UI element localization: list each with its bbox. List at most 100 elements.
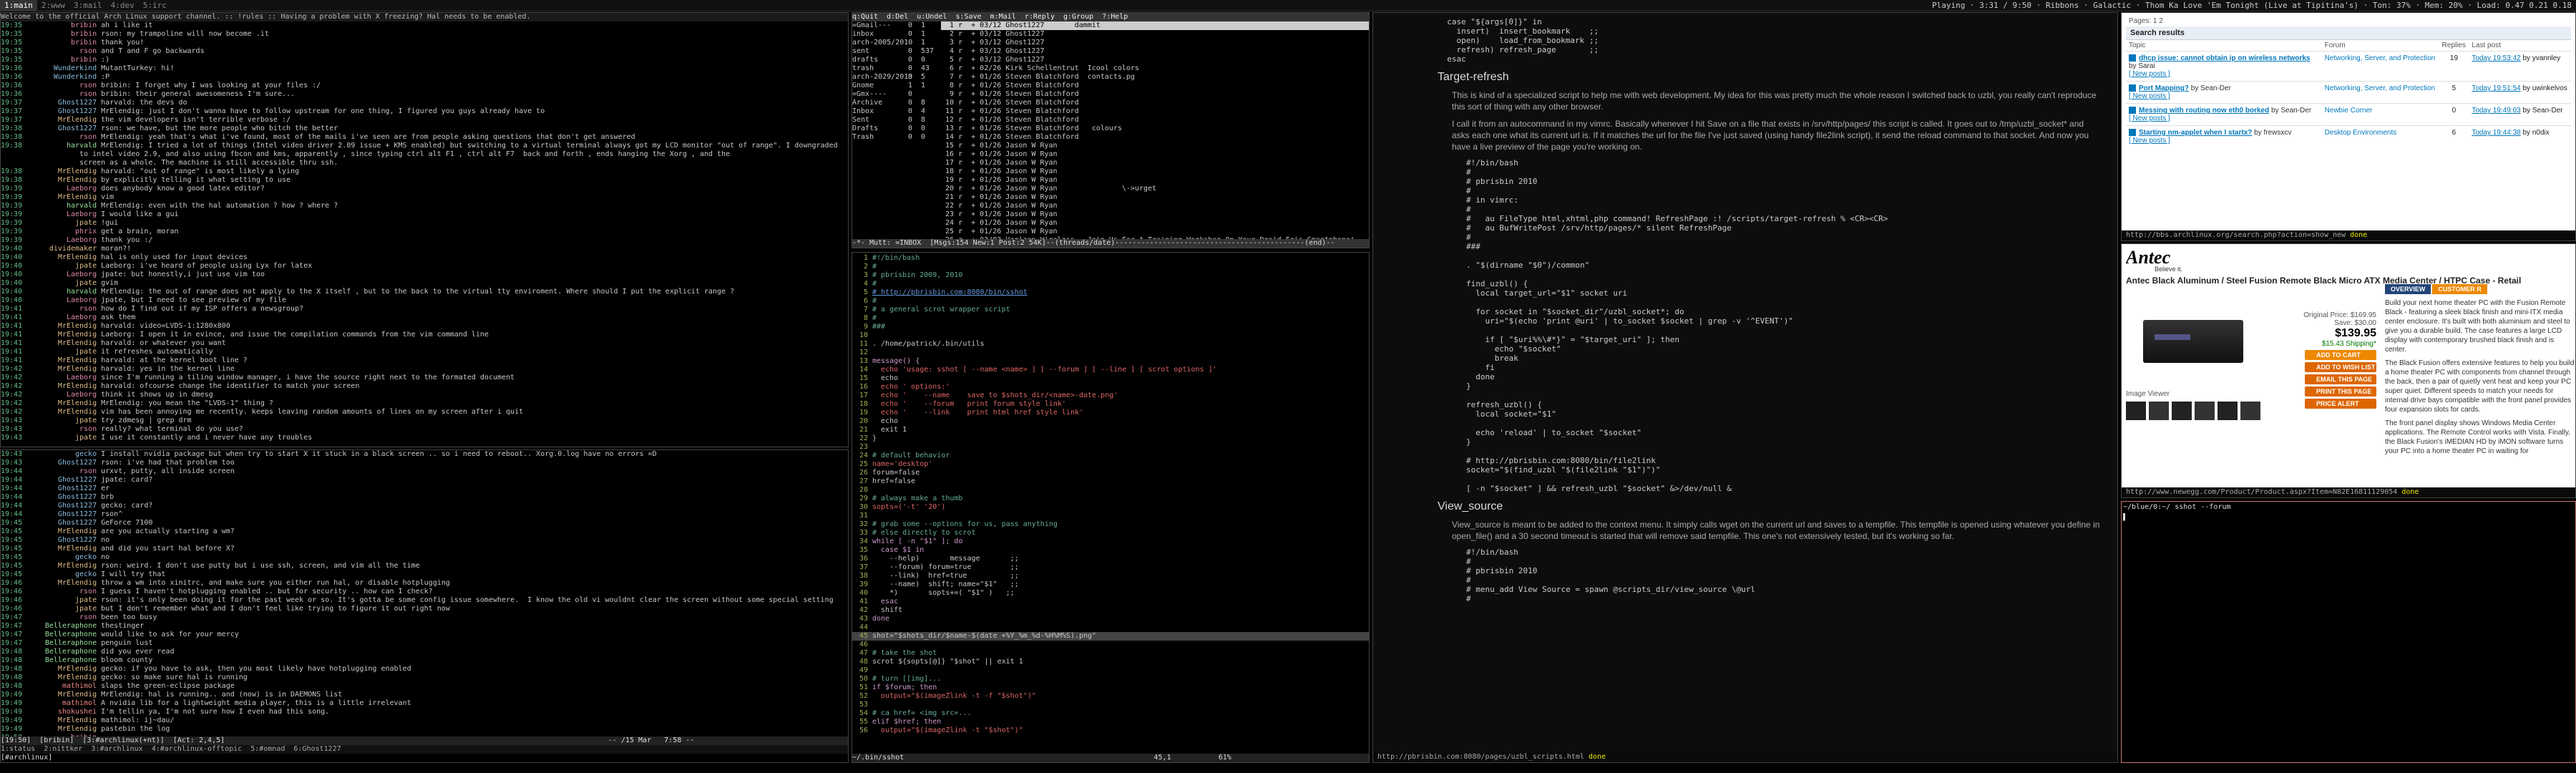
- workspace-tag[interactable]: 2:www: [37, 0, 69, 11]
- nickname[interactable]: Ghost1227: [22, 502, 101, 510]
- nickname[interactable]: MrElendig: [22, 579, 101, 588]
- mailbox-item[interactable]: Sent 0 8: [852, 116, 938, 125]
- action-button[interactable]: ADD TO WISH LIST: [2305, 362, 2376, 372]
- new-posts-link[interactable]: [ New posts ]: [2129, 115, 2170, 122]
- nickname[interactable]: MrElendig: [22, 674, 101, 682]
- message-row[interactable]: 19 r + 01/26 Jason W Ryan: [941, 176, 1369, 185]
- nickname[interactable]: shokushei: [22, 708, 101, 716]
- nickname[interactable]: MrElendig: [22, 356, 101, 365]
- nickname[interactable]: jpate: [22, 348, 101, 356]
- pagination[interactable]: Pages: 1 2: [2126, 16, 2571, 26]
- mailbox-item[interactable]: arch-2005/2010 1: [852, 39, 938, 47]
- nickname[interactable]: rson: [22, 588, 101, 596]
- message-row[interactable]: 12 r + 01/26 Steven Blatchford: [941, 116, 1369, 125]
- mailbox-item[interactable]: Drafts 0 0: [852, 125, 938, 133]
- new-posts-link[interactable]: [ New posts ]: [2129, 137, 2170, 145]
- nickname[interactable]: Belleraphone: [22, 639, 101, 648]
- nickname[interactable]: Ghost1227: [22, 493, 101, 502]
- irc-window-2[interactable]: 19:43 gecko I install nvidia package but w…: [0, 449, 849, 763]
- mailbox-item[interactable]: inbox 0 1: [852, 30, 938, 39]
- nickname[interactable]: Ghost1227: [22, 519, 101, 528]
- mailbox-item[interactable]: Trash 0 0: [852, 133, 938, 142]
- action-button[interactable]: PRICE ALERT: [2305, 399, 2376, 409]
- message-row[interactable]: 10 r + 01/26 Steven Blatchford: [941, 99, 1369, 107]
- workspace-tag[interactable]: 3:mail: [69, 0, 107, 11]
- topic-link[interactable]: Port Mapping?: [2139, 84, 2189, 92]
- nickname[interactable]: MrElendig: [22, 725, 101, 734]
- nickname[interactable]: Laeborg: [22, 236, 101, 245]
- nickname[interactable]: phrix: [22, 228, 101, 236]
- nickname[interactable]: MrElendig: [22, 253, 101, 262]
- nickname[interactable]: jpate: [22, 605, 101, 613]
- nickname[interactable]: bribin: [22, 39, 101, 47]
- nickname[interactable]: Ghost1227: [22, 485, 101, 493]
- nickname[interactable]: harvald: [22, 202, 101, 210]
- page-url-3[interactable]: http://www.newegg.com/Product/Product.as…: [2126, 488, 2397, 496]
- message-row[interactable]: 24 r + 01/26 Jason W Ryan: [941, 219, 1369, 228]
- message-row[interactable]: 4 r + 03/12 Ghost1227: [941, 47, 1369, 56]
- nickname[interactable]: harvald: [22, 288, 101, 296]
- page-url-2[interactable]: http://bbs.archlinux.org/search.php?acti…: [2126, 231, 2346, 239]
- nickname[interactable]: jpate: [22, 279, 101, 288]
- nickname[interactable]: Wunderkind: [22, 64, 101, 73]
- action-button[interactable]: ADD TO CART: [2305, 350, 2376, 360]
- terminal-window[interactable]: ~/blue/0:~/ sshot --forum ▌: [2121, 501, 2576, 763]
- message-row[interactable]: 8 r + 01/26 Steven Blatchford: [941, 82, 1369, 90]
- mailbox-item[interactable]: Inbox 0 4: [852, 107, 938, 116]
- nickname[interactable]: Ghost1227: [22, 476, 101, 485]
- mailbox-item[interactable]: sent 0 537: [852, 47, 938, 56]
- nickname[interactable]: gecko: [22, 553, 101, 562]
- nickname[interactable]: Laeborg: [22, 313, 101, 322]
- nickname[interactable]: jpate: [22, 596, 101, 605]
- last-post-link[interactable]: Today 19:44:38: [2472, 129, 2520, 137]
- message-row[interactable]: 15 r + 01/26 Jason W Ryan: [941, 142, 1369, 150]
- nickname[interactable]: MrElendig: [22, 176, 101, 185]
- workspace-tag[interactable]: 4:dev: [107, 0, 139, 11]
- workspace-tag[interactable]: 1:main: [0, 0, 37, 11]
- nickname[interactable]: Laeborg: [22, 185, 101, 193]
- newegg-browser[interactable]: Antec Believe it. Antec Black Aluminum /…: [2121, 243, 2576, 498]
- nickname[interactable]: rson: [22, 47, 101, 56]
- message-index[interactable]: 1 r + 03/12 Ghost1227 dammit 2 r + 03/12…: [941, 21, 1369, 248]
- nickname[interactable]: MrElendig: [22, 399, 101, 408]
- uzbl-browser-docs[interactable]: case "${args[0]}" in insert) insert_book…: [1372, 12, 2118, 763]
- message-row[interactable]: 23 r + 01/26 Jason W Ryan: [941, 210, 1369, 219]
- nickname[interactable]: MrElendig: [22, 322, 101, 331]
- irc-input[interactable]: [#archlinux]: [1, 754, 848, 762]
- nickname[interactable]: MrElendig: [22, 116, 101, 125]
- forum-link[interactable]: Newbie Corner: [2325, 107, 2373, 115]
- nickname[interactable]: gecko: [22, 450, 101, 459]
- nickname[interactable]: Belleraphone: [22, 622, 101, 631]
- message-row[interactable]: 9 r + 01/26 Steven Blatchford: [941, 90, 1369, 99]
- nickname[interactable]: MrElendig: [22, 665, 101, 674]
- nickname[interactable]: Belleraphone: [22, 656, 101, 665]
- terminal-line[interactable]: ~/blue/0:~/ sshot --forum: [2122, 502, 2575, 513]
- nickname[interactable]: Laeborg: [22, 374, 101, 382]
- message-row[interactable]: 7 r + 01/26 Steven Blatchford contacts.p…: [941, 73, 1369, 82]
- mailbox-item[interactable]: arch-2029/2013 0 5: [852, 73, 938, 82]
- nickname[interactable]: Laeborg: [22, 296, 101, 305]
- mailbox-sidebar[interactable]: =Gmail--- 0 1 inbox 0 1 arch-2005/2010 1 sent 0 53…: [852, 21, 938, 142]
- nickname[interactable]: rson: [22, 133, 101, 142]
- nickname[interactable]: MrElendig: [22, 365, 101, 374]
- irc-window[interactable]: Welcome to the official Arch Linux suppo…: [0, 12, 849, 447]
- nickname[interactable]: rson: [22, 425, 101, 434]
- topic-row[interactable]: dhcp issue: cannot obtain ip on wireless…: [2126, 51, 2571, 82]
- message-row[interactable]: 3 r + 03/12 Ghost1227: [941, 39, 1369, 47]
- topic-row[interactable]: Starting nm-applet when I startx? by fre…: [2126, 125, 2571, 147]
- mailbox-item[interactable]: drafts 0 0: [852, 56, 938, 64]
- last-post-link[interactable]: Today 19:53:42: [2472, 54, 2520, 62]
- message-row[interactable]: 22 r + 01/26 Jason W Ryan: [941, 202, 1369, 210]
- nickname[interactable]: dividemaker: [22, 245, 101, 253]
- vim-buffer[interactable]: 1 #!/bin/bash 2 #3 # pbrisbin 2009, 2010 4 #5 #…: [852, 253, 1369, 735]
- nickname[interactable]: rson: [22, 305, 101, 313]
- message-row[interactable]: 18 r + 01/26 Jason W Ryan: [941, 167, 1369, 176]
- forum-link[interactable]: Networking, Server, and Protection: [2325, 54, 2436, 62]
- nickname[interactable]: MrElendig: [22, 545, 101, 553]
- nickname[interactable]: rson: [22, 613, 101, 622]
- nickname[interactable]: Ghost1227: [22, 536, 101, 545]
- nickname[interactable]: mathimol: [22, 699, 101, 708]
- nickname[interactable]: Laeborg: [22, 210, 101, 219]
- nickname[interactable]: MrElendig: [22, 716, 101, 725]
- topic-row[interactable]: Messing with routing now eth0 borked by …: [2126, 103, 2571, 126]
